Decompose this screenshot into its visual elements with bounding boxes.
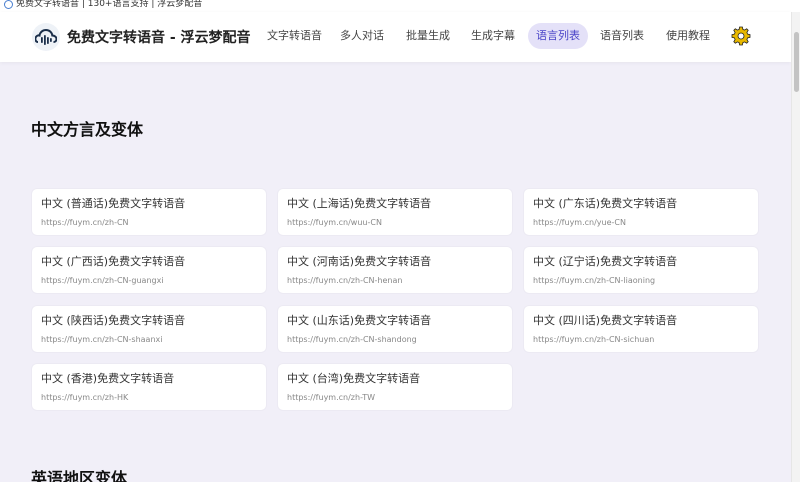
nav-language-list[interactable]: 语言列表 xyxy=(528,23,588,49)
language-name: 中文 (陕西话)免费文字转语音 xyxy=(41,314,186,327)
language-url: https://fuym.cn/zh-CN-shandong xyxy=(287,335,417,344)
nav-generate-subtitles[interactable]: 生成字幕 xyxy=(471,23,515,49)
language-card[interactable]: 中文 (上海话)免费文字转语音 https://fuym.cn/wuu-CN xyxy=(278,189,512,235)
language-name: 中文 (上海话)免费文字转语音 xyxy=(287,197,432,210)
language-name: 中文 (台湾)免费文字转语音 xyxy=(287,372,421,385)
language-name: 中文 (普通话)免费文字转语音 xyxy=(41,197,186,210)
nav-batch-generate[interactable]: 批量生成 xyxy=(406,23,450,49)
brand-title[interactable]: 免费文字转语音 - 浮云梦配音 xyxy=(67,27,251,47)
language-url: https://fuym.cn/zh-HK xyxy=(41,393,129,402)
page-scrollbar[interactable] xyxy=(791,12,800,482)
language-card[interactable]: 中文 (辽宁话)免费文字转语音 https://fuym.cn/zh-CN-li… xyxy=(524,247,758,293)
language-url: https://fuym.cn/zh-TW xyxy=(287,393,376,402)
language-url: https://fuym.cn/zh-CN-sichuan xyxy=(533,335,655,344)
window-titlebar: 免费文字转语音 | 130+语言支持 | 浮云梦配音 xyxy=(0,0,800,12)
language-name: 中文 (河南话)免费文字转语音 xyxy=(287,255,432,268)
site-favicon-icon xyxy=(4,0,13,9)
nav-voice-list[interactable]: 语音列表 xyxy=(600,23,644,49)
site-header: 免费文字转语音 - 浮云梦配音 文字转语音 多人对话 批量生成 生成字幕 语言列… xyxy=(0,12,791,62)
nav-tutorial[interactable]: 使用教程 xyxy=(666,23,710,49)
language-url: https://fuym.cn/wuu-CN xyxy=(287,218,382,227)
language-card[interactable]: 中文 (普通话)免费文字转语音 https://fuym.cn/zh-CN xyxy=(32,189,266,235)
language-url: https://fuym.cn/zh-CN-henan xyxy=(287,276,403,285)
language-card[interactable]: 中文 (四川话)免费文字转语音 https://fuym.cn/zh-CN-si… xyxy=(524,306,758,352)
language-card[interactable]: 中文 (广西话)免费文字转语音 https://fuym.cn/zh-CN-gu… xyxy=(32,247,266,293)
window-title: 免费文字转语音 | 130+语言支持 | 浮云梦配音 xyxy=(16,0,203,9)
language-url: https://fuym.cn/zh-CN-shaanxi xyxy=(41,335,163,344)
language-card[interactable]: 中文 (台湾)免费文字转语音 https://fuym.cn/zh-TW xyxy=(278,364,512,410)
section-title-english-variants: 英语地区变体 xyxy=(31,469,128,482)
language-name: 中文 (广西话)免费文字转语音 xyxy=(41,255,186,268)
language-url: https://fuym.cn/zh-CN-guangxi xyxy=(41,276,164,285)
language-card[interactable]: 中文 (山东话)免费文字转语音 https://fuym.cn/zh-CN-sh… xyxy=(278,306,512,352)
language-name: 中文 (四川话)免费文字转语音 xyxy=(533,314,678,327)
language-card[interactable]: 中文 (陕西话)免费文字转语音 https://fuym.cn/zh-CN-sh… xyxy=(32,306,266,352)
logo-icon[interactable] xyxy=(32,23,60,51)
nav-multi-dialogue[interactable]: 多人对话 xyxy=(340,23,384,49)
language-url: https://fuym.cn/zh-CN xyxy=(41,218,129,227)
gear-icon[interactable] xyxy=(731,26,751,46)
language-url: https://fuym.cn/zh-CN-liaoning xyxy=(533,276,656,285)
section-title-chinese-dialects: 中文方言及变体 xyxy=(31,120,144,139)
nav-text-to-speech[interactable]: 文字转语音 xyxy=(267,23,322,49)
language-name: 中文 (山东话)免费文字转语音 xyxy=(287,314,432,327)
language-url: https://fuym.cn/yue-CN xyxy=(533,218,626,227)
scrollbar-thumb[interactable] xyxy=(794,32,799,92)
language-card[interactable]: 中文 (广东话)免费文字转语音 https://fuym.cn/yue-CN xyxy=(524,189,758,235)
language-name: 中文 (广东话)免费文字转语音 xyxy=(533,197,678,210)
language-name: 中文 (香港)免费文字转语音 xyxy=(41,372,175,385)
language-card[interactable]: 中文 (香港)免费文字转语音 https://fuym.cn/zh-HK xyxy=(32,364,266,410)
language-card[interactable]: 中文 (河南话)免费文字转语音 https://fuym.cn/zh-CN-he… xyxy=(278,247,512,293)
language-name: 中文 (辽宁话)免费文字转语音 xyxy=(533,255,678,268)
